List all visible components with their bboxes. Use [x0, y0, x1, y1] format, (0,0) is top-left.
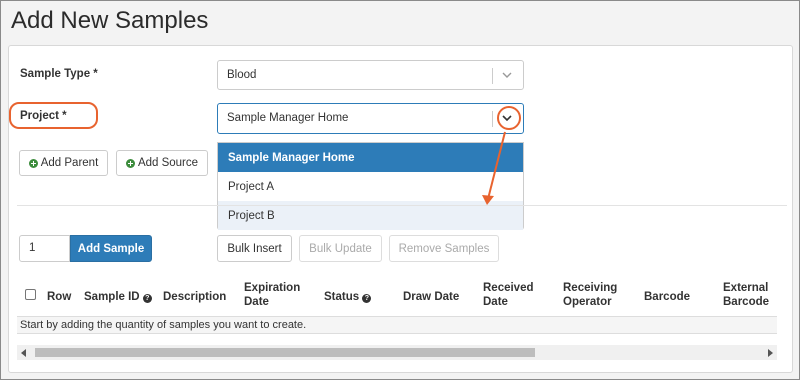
project-label-highlight [9, 102, 98, 129]
annotation-overlay [9, 102, 521, 205]
annotation-arrow-line [487, 131, 506, 200]
annotation-arrow-head [482, 195, 494, 205]
chevron-highlight-circle [497, 106, 521, 130]
